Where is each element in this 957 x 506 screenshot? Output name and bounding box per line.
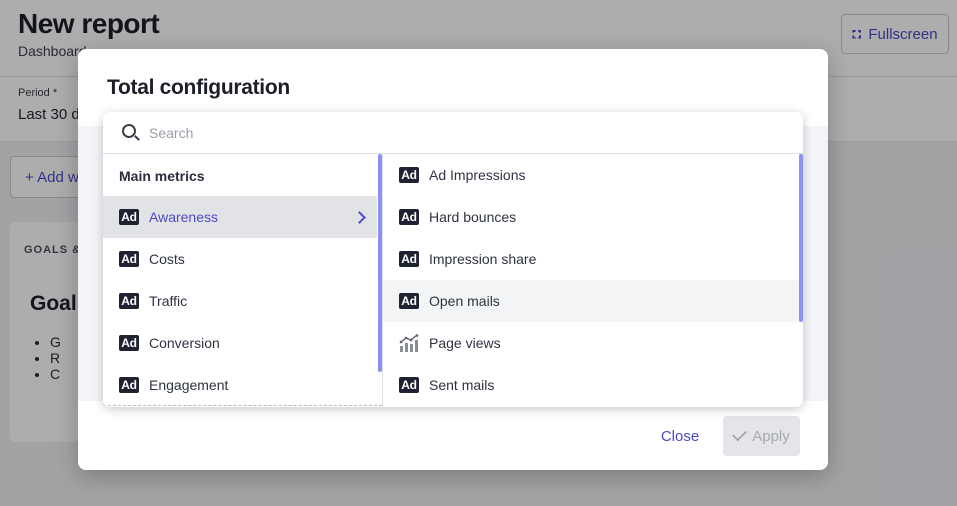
category-item-engagement[interactable]: Ad Engagement (103, 364, 377, 406)
ad-icon: Ad (119, 293, 139, 309)
metric-item-label: Ad Impressions (429, 167, 526, 183)
category-item-traffic[interactable]: Ad Traffic (103, 280, 377, 322)
metric-item-impression-share[interactable]: Ad Impression share (383, 238, 799, 280)
metric-list: Ad Ad Impressions Ad Hard bounces Ad Imp… (383, 154, 803, 407)
category-item-costs[interactable]: Ad Costs (103, 238, 377, 280)
metric-item-open-mails[interactable]: Ad Open mails (383, 280, 799, 322)
ad-icon: Ad (119, 251, 139, 267)
metric-item-label: Hard bounces (429, 209, 517, 225)
category-item-awareness[interactable]: Ad Awareness (103, 196, 377, 238)
category-heading: Main metrics (119, 168, 205, 184)
apply-label: Apply (752, 427, 790, 445)
modal-title: Total configuration (107, 76, 290, 99)
category-item-label: Engagement (149, 377, 229, 393)
metric-item-hard-bounces[interactable]: Ad Hard bounces (383, 196, 799, 238)
ad-icon: Ad (399, 251, 419, 267)
metric-item-label: Page views (429, 335, 501, 351)
category-list: Main metrics Ad Awareness Ad Costs Ad Tr… (103, 154, 383, 407)
close-button[interactable]: Close (650, 417, 710, 455)
search-input[interactable] (149, 122, 769, 144)
chart-growth-icon (399, 334, 419, 352)
ad-icon: Ad (399, 293, 419, 309)
metric-item-label: Impression share (429, 251, 537, 267)
ad-icon: Ad (399, 167, 419, 183)
metric-item-sent-mails[interactable]: Ad Sent mails (383, 364, 799, 406)
metric-item-label: Sent mails (429, 377, 495, 393)
metric-item-label: Open mails (429, 293, 500, 309)
ad-icon: Ad (399, 377, 419, 393)
search-bar (103, 112, 803, 154)
metric-picker-dropdown: Main metrics Ad Awareness Ad Costs Ad Tr… (103, 112, 803, 407)
category-scrollbar[interactable] (378, 154, 382, 372)
ad-icon: Ad (119, 209, 139, 225)
category-item-conversion[interactable]: Ad Conversion (103, 322, 377, 364)
search-icon (122, 124, 136, 138)
metric-scrollbar[interactable] (799, 154, 803, 322)
category-item-label: Awareness (149, 209, 219, 225)
metric-item-ad-impressions[interactable]: Ad Ad Impressions (383, 154, 799, 196)
metric-item-page-views[interactable]: Page views (383, 322, 799, 364)
apply-button[interactable]: Apply (723, 416, 800, 456)
ad-icon: Ad (119, 377, 139, 393)
divider (103, 405, 382, 406)
ad-icon: Ad (119, 335, 139, 351)
ad-icon: Ad (399, 209, 419, 225)
category-item-label: Conversion (149, 335, 220, 351)
category-item-label: Traffic (149, 293, 188, 309)
check-icon (732, 426, 748, 442)
chevron-right-icon (353, 211, 366, 224)
category-item-label: Costs (149, 251, 185, 267)
